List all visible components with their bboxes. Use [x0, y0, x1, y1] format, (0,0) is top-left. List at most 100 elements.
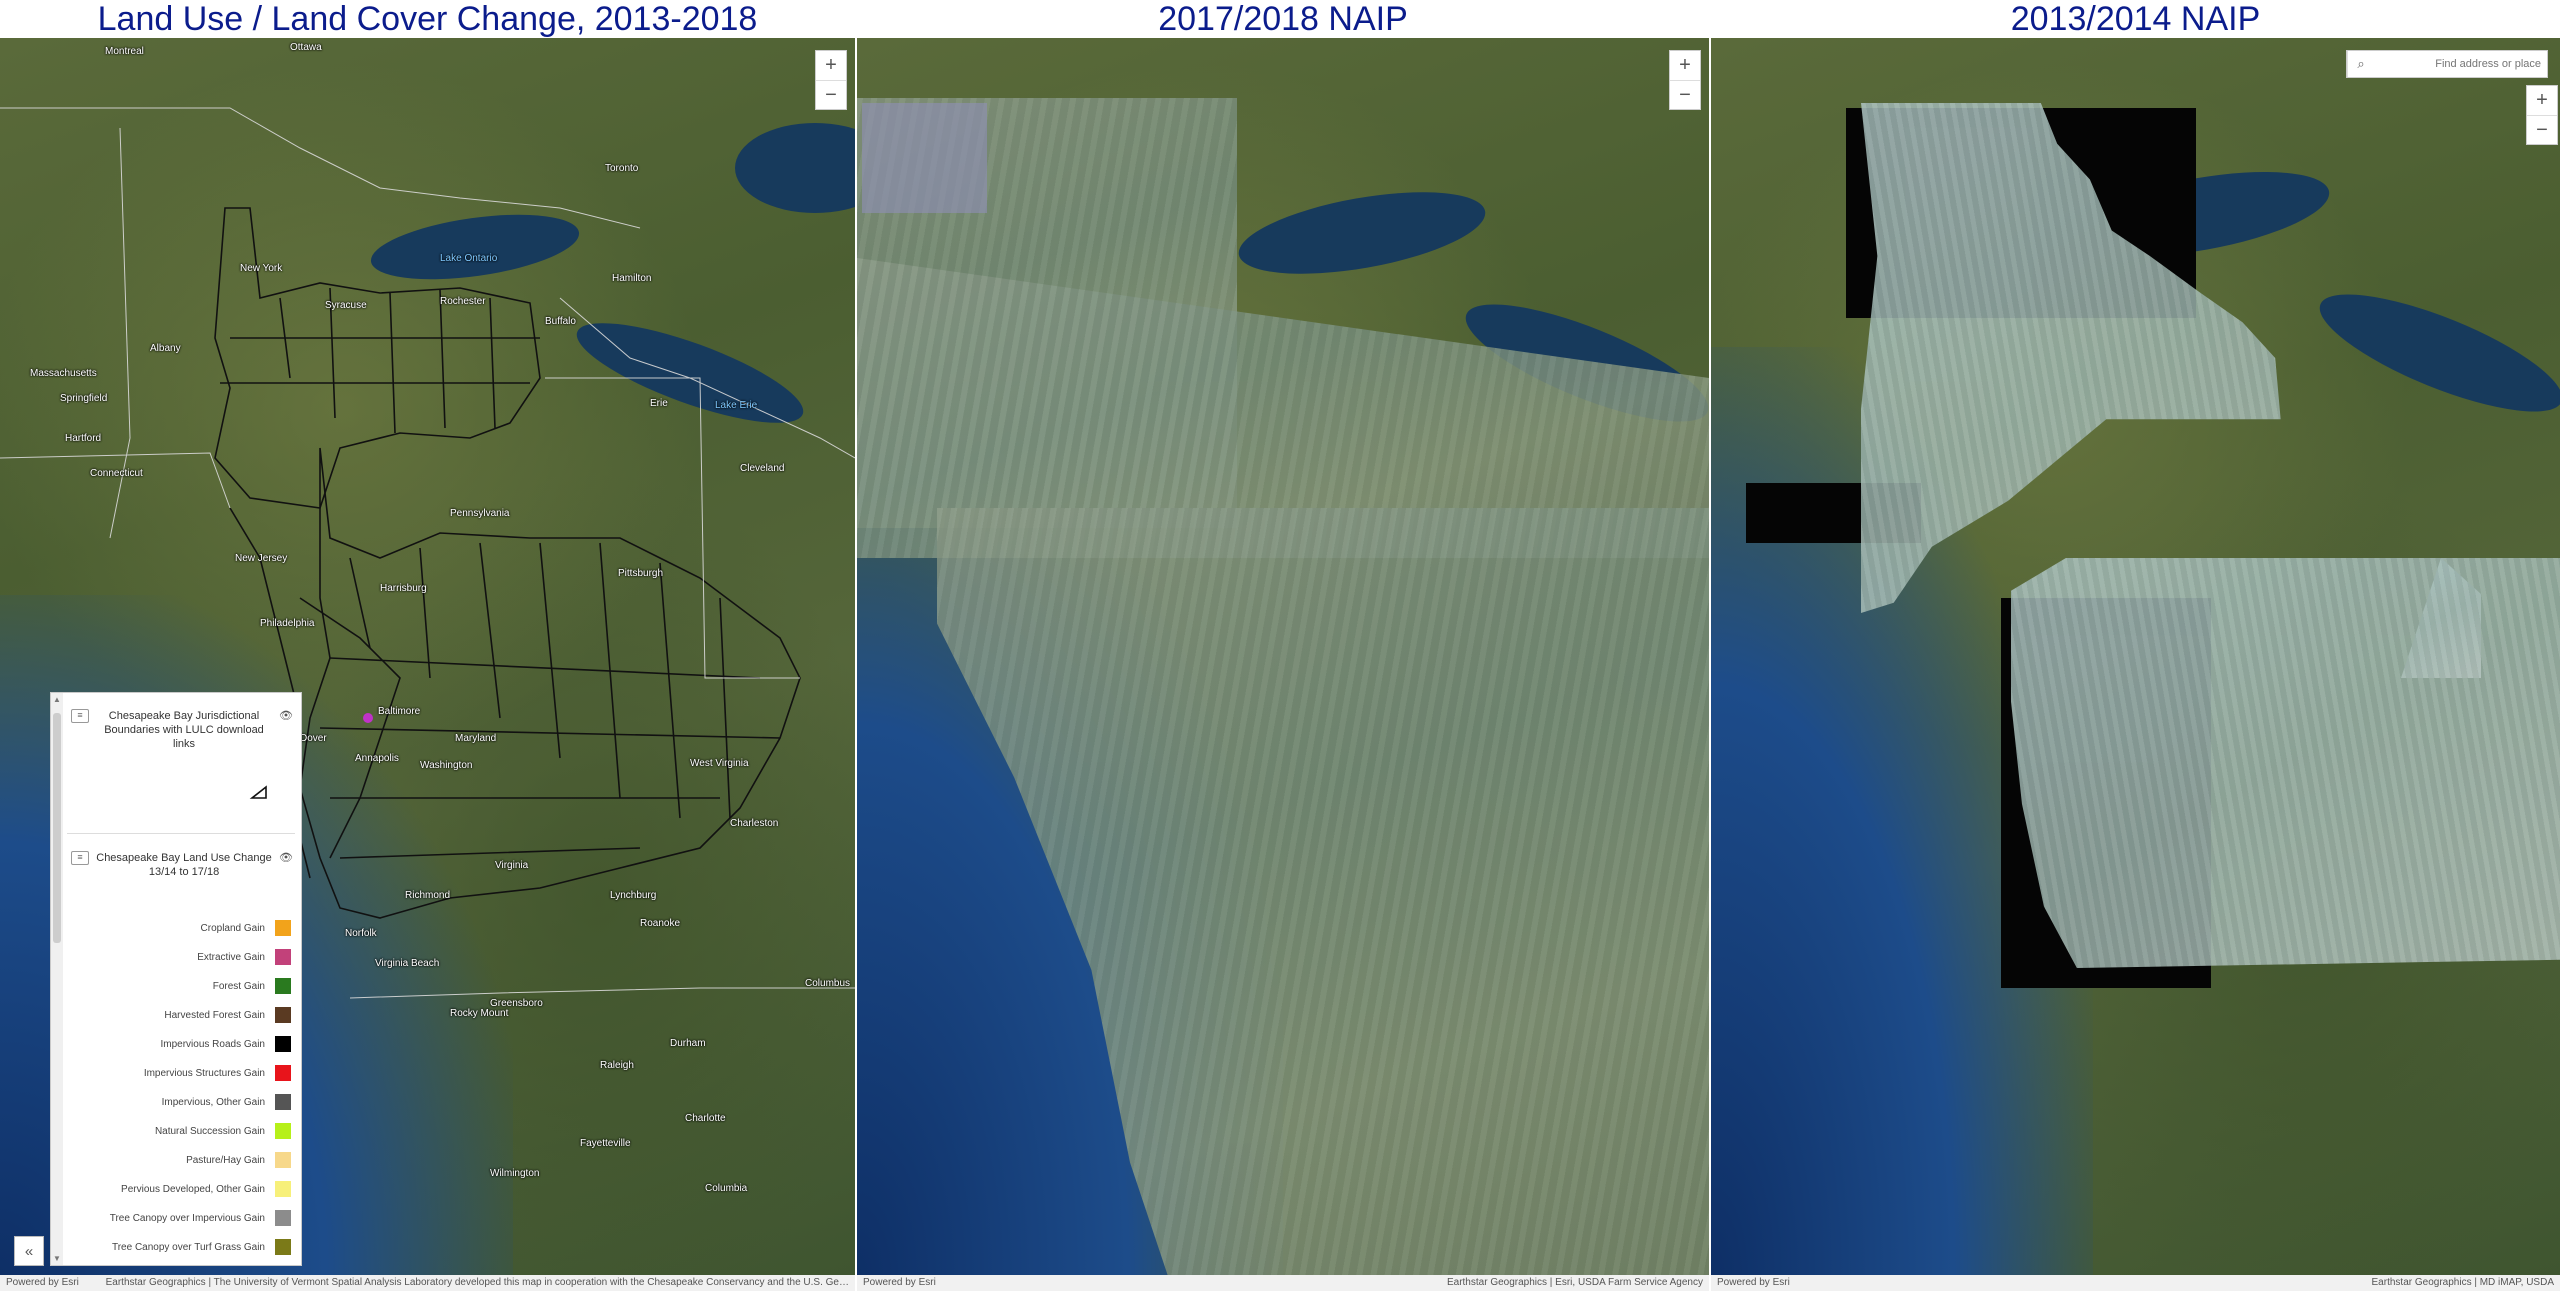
legend-swatch: [275, 1007, 291, 1023]
map-label: Syracuse: [325, 300, 367, 311]
legend-item: Natural Succession Gain: [71, 1120, 291, 1142]
map-label: Cleveland: [740, 463, 785, 474]
legend-item: Harvested Forest Gain: [71, 1004, 291, 1026]
zoom-out-button[interactable]: −: [816, 79, 846, 110]
legend-swatch: [275, 1036, 291, 1052]
map-label: Charleston: [730, 818, 779, 829]
map-label: New York: [240, 263, 283, 274]
map-label: Ottawa: [290, 42, 322, 53]
scrollbar-thumb[interactable]: [53, 713, 61, 943]
layer-menu-icon[interactable]: ≡: [71, 709, 89, 723]
map-label: Columbia: [705, 1183, 748, 1194]
legend-item-label: Impervious, Other Gain: [161, 1096, 265, 1108]
legend-item-label: Forest Gain: [212, 980, 265, 992]
map-label: Roanoke: [640, 918, 681, 929]
map-view[interactable]: [857, 38, 1709, 1275]
search-icon[interactable]: ⌕: [2347, 51, 2374, 77]
legend-item: Extractive Gain: [71, 946, 291, 968]
map-label: Baltimore: [378, 706, 421, 717]
attribution-text: Earthstar Geographics | The University o…: [105, 1277, 849, 1288]
panel-title: Land Use / Land Cover Change, 2013-2018: [0, 0, 855, 38]
attribution-powered[interactable]: Powered by Esri: [863, 1277, 936, 1288]
map-label: Dover: [300, 733, 327, 744]
legend-swatch: [275, 1094, 291, 1110]
layer-menu-icon[interactable]: ≡: [71, 851, 89, 865]
zoom-control: + −: [1669, 50, 1701, 110]
map-label: Philadelphia: [260, 618, 315, 629]
map-label: Pittsburgh: [618, 568, 664, 579]
map-label: Rocky Mount: [450, 1008, 509, 1019]
panel-title: 2013/2014 NAIP: [1711, 0, 2560, 38]
map-label: Buffalo: [545, 316, 576, 327]
legend-layer-header: ≡ Chesapeake Bay Land Use Change 13/14 t…: [71, 851, 293, 879]
legend-item: Cropland Gain: [71, 917, 291, 939]
legend-layer-header: ≡ Chesapeake Bay Jurisdictional Boundari…: [71, 709, 293, 751]
legend-item-label: Extractive Gain: [197, 951, 265, 963]
map-label: Virginia: [495, 860, 529, 871]
legend-item: Pasture/Hay Gain: [71, 1149, 291, 1171]
lake-erie: [2307, 271, 2560, 435]
map-label: Montreal: [105, 46, 144, 57]
legend-swatch: [275, 1152, 291, 1168]
legend-swatch: [275, 1239, 291, 1255]
legend-swatch: [275, 1181, 291, 1197]
map-label: Wilmington: [490, 1168, 540, 1179]
map-label: Annapolis: [355, 753, 399, 764]
legend-swatch: [275, 949, 291, 965]
zoom-in-button[interactable]: +: [1670, 51, 1700, 80]
map-label: Rochester: [440, 296, 486, 307]
map-label: West Virginia: [690, 758, 749, 769]
legend-layer-title: Chesapeake Bay Jurisdictional Boundaries…: [104, 710, 264, 750]
attribution-bar: Powered by Esri Earthstar Geographics | …: [1711, 1275, 2560, 1291]
search-input[interactable]: [2374, 58, 2547, 70]
legend-item-label: Cropland Gain: [200, 922, 265, 934]
visibility-eye-icon[interactable]: 👁: [279, 851, 293, 864]
zoom-out-button[interactable]: −: [1670, 79, 1700, 110]
map-label: Hartford: [65, 433, 102, 444]
map-label: Pennsylvania: [450, 508, 510, 519]
legend-panel: ▲ ▼ ≡ Chesapeake Bay Jurisdictional Boun…: [50, 692, 302, 1266]
map-label: Erie: [650, 398, 668, 409]
map-label: Maryland: [455, 733, 497, 744]
legend-item: Tree Canopy over Impervious Gain: [71, 1207, 291, 1229]
collapse-legend-button[interactable]: «: [14, 1236, 44, 1266]
map-label: Durham: [670, 1038, 706, 1049]
map-label: Albany: [150, 343, 181, 354]
legend-item-label: Impervious Structures Gain: [143, 1067, 265, 1079]
attribution-powered[interactable]: Powered by Esri: [1717, 1277, 1790, 1288]
map-label: Springfield: [60, 393, 108, 404]
map-label: Charlotte: [685, 1113, 726, 1124]
zoom-out-button[interactable]: −: [2527, 114, 2557, 145]
attribution-text: Earthstar Geographics | MD iMAP, USDA: [2371, 1277, 2554, 1288]
legend-swatch: [275, 1210, 291, 1226]
legend-item: Impervious, Other Gain: [71, 1091, 291, 1113]
map-label: Washington: [420, 760, 473, 771]
legend-item-label: Tree Canopy over Impervious Gain: [109, 1212, 265, 1224]
map-label: New Jersey: [235, 553, 288, 564]
legend-scrollbar[interactable]: ▲ ▼: [51, 693, 63, 1265]
boundary-symbol-icon: [249, 785, 267, 799]
map-label: Fayetteville: [580, 1138, 631, 1149]
legend-swatch: [275, 978, 291, 994]
map-view[interactable]: [1711, 38, 2560, 1275]
visibility-eye-icon[interactable]: 👁: [279, 709, 293, 722]
legend-item-label: Harvested Forest Gain: [164, 1009, 265, 1021]
attribution-powered[interactable]: Powered by Esri: [6, 1277, 79, 1288]
map-label: Norfolk: [345, 928, 377, 939]
legend-item-label: Tree Canopy over Turf Grass Gain: [111, 1241, 265, 1253]
legend-swatch: [275, 1065, 291, 1081]
legend-item: Impervious Roads Gain: [71, 1033, 291, 1055]
attribution-bar: Powered by Esri Earthstar Geographics | …: [0, 1275, 855, 1291]
legend-item: Forest Gain: [71, 975, 291, 997]
map-label: Raleigh: [600, 1060, 634, 1071]
map-label: Toronto: [605, 163, 639, 174]
zoom-in-button[interactable]: +: [2527, 86, 2557, 115]
legend-item-label: Natural Succession Gain: [154, 1125, 265, 1137]
map-label: Massachusetts: [30, 368, 97, 379]
attribution-text: Earthstar Geographics | Esri, USDA Farm …: [1446, 1277, 1703, 1288]
legend-swatch: [275, 920, 291, 936]
naip-2013-panel: 2013/2014 NAIP ⌕ + − Powered by Esri Ear…: [1711, 0, 2560, 1291]
legend-item-label: Pervious Developed, Other Gain: [121, 1183, 265, 1195]
zoom-in-button[interactable]: +: [816, 51, 846, 80]
map-label: Richmond: [405, 890, 451, 901]
